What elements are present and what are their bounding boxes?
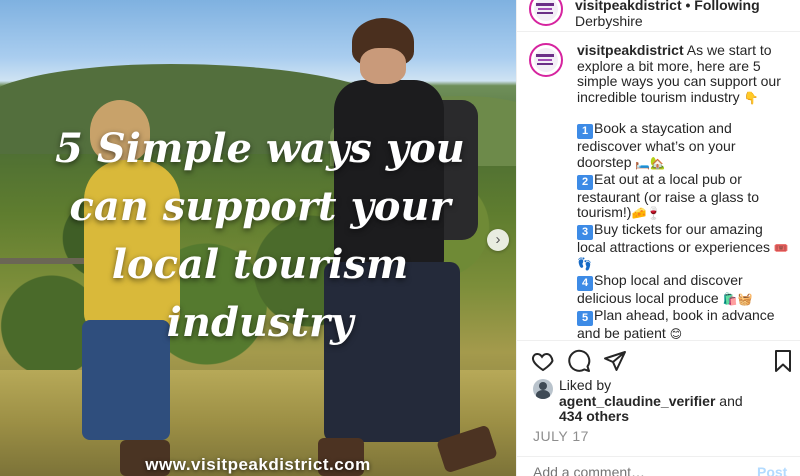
caption-item-emoji: 🛍️🧺 [722, 291, 753, 306]
pointing-down-emoji: 👇 [743, 90, 759, 105]
heart-icon[interactable] [531, 349, 555, 373]
caption-item: 2 Eat out at a local pub or restaurant (o… [577, 170, 793, 222]
likes-others-link[interactable]: 434 others [559, 408, 629, 424]
bookmark-icon[interactable] [771, 349, 795, 373]
comment-icon[interactable] [567, 349, 591, 373]
keycap-number: 2 [577, 174, 593, 190]
post-actions-bar [517, 340, 800, 378]
post-location[interactable]: Derbyshire [575, 13, 643, 29]
photo-overlay-title: 5 Simple ways you can support your local… [55, 125, 465, 346]
account-avatar[interactable] [529, 43, 563, 77]
keycap-number: 4 [577, 275, 593, 291]
caption-item: 1 Book a staycation and rediscover what’s… [577, 121, 793, 171]
keycap-number: 3 [577, 224, 593, 240]
post-photo[interactable]: 5 Simple ways you can support your local… [0, 0, 516, 476]
caption-item-text: Buy tickets for our amazing local attrac… [577, 220, 770, 255]
header-username[interactable]: visitpeakdistrict [575, 0, 682, 13]
photo-overlay-url: www.visitpeakdistrict.com [145, 455, 371, 474]
caption-item-emoji: 🛏️🏡 [635, 155, 666, 170]
likes-conjunction: and [719, 392, 743, 409]
keycap-number: 1 [577, 124, 593, 140]
header-username-line: visitpeakdistrict • Following [575, 0, 760, 13]
post-date[interactable]: JULY 17 [533, 428, 589, 444]
following-button[interactable]: Following [694, 0, 759, 13]
caption-item: 4 Shop local and discover delicious local… [577, 271, 793, 308]
caption-username[interactable]: visitpeakdistrict [577, 42, 684, 58]
liker-username[interactable]: agent_claudine_verifier [559, 393, 715, 409]
post-comment-button[interactable]: Post [757, 464, 787, 476]
liked-by-prefix: Liked by [559, 377, 612, 393]
caption-item-text: Shop local and discover delicious local … [577, 271, 743, 306]
chevron-right-icon[interactable]: › [487, 229, 509, 251]
caption-scroll-area[interactable]: visitpeakdistrict As we start to explore… [517, 33, 800, 340]
caption-item: 3 Buy tickets for our amazing local attra… [577, 220, 793, 273]
caption-item-emoji: 😊 [669, 326, 683, 340]
keycap-number: 5 [577, 310, 593, 326]
account-avatar[interactable] [529, 0, 563, 26]
comment-bar: Post [517, 456, 800, 476]
liker-avatar[interactable] [533, 379, 553, 399]
post-header: visitpeakdistrict • Following Derbyshire [517, 0, 800, 32]
post-caption: visitpeakdistrict As we start to explore… [577, 42, 793, 340]
caption-item-emoji: 🧀🍷 [631, 206, 662, 221]
man-hiker-head [360, 48, 406, 84]
share-icon[interactable] [603, 349, 627, 373]
header-separator: • [685, 0, 691, 13]
likes-text: Liked by agent_claudine_verifier and 434… [559, 377, 795, 425]
caption-item-text: Eat out at a local pub or restaurant (or… [577, 170, 760, 221]
caption-item: 5 Plan ahead, book in advance and be pati… [577, 307, 793, 340]
comment-input[interactable] [533, 464, 733, 476]
likes-summary: Liked by agent_claudine_verifier and 434… [517, 377, 800, 430]
post-side-panel: visitpeakdistrict • Following Derbyshire… [516, 0, 800, 476]
